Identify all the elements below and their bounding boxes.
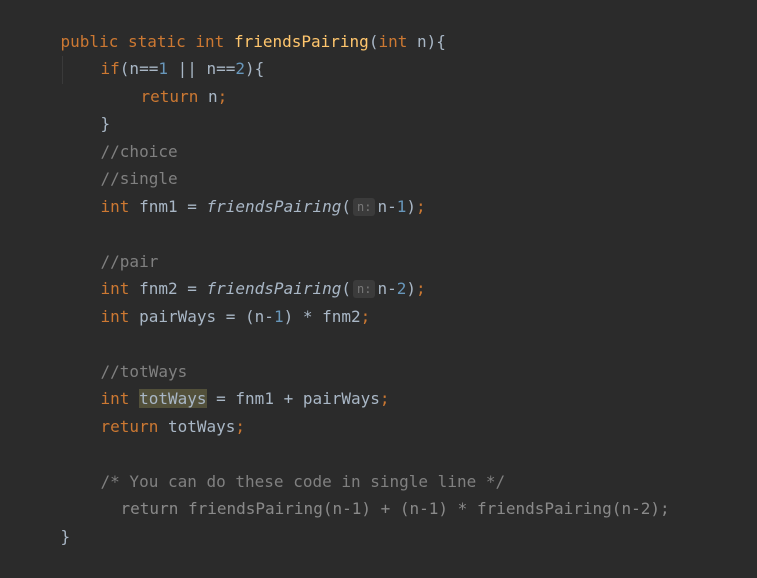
code-editor[interactable]: public static int friendsPairing(int n){… — [0, 0, 757, 546]
number-literal: 2 — [396, 279, 407, 298]
closing-brace: } — [60, 526, 71, 546]
return-value: n — [198, 86, 218, 106]
code-line-4[interactable]: } — [62, 83, 111, 133]
variable-decl: fnm1 = — [129, 196, 207, 216]
code-line-18[interactable]: return friendsPairing(n-1) + (n-1) * fri… — [82, 468, 670, 518]
code-line-14[interactable]: int totWays = fnm1 + pairWays; — [62, 358, 390, 408]
paren-open: ( — [368, 31, 379, 51]
keyword-int: int — [100, 306, 130, 326]
code-line-13[interactable]: //totWays — [62, 330, 188, 381]
code-line-19[interactable]: } — [22, 495, 71, 546]
keyword-return: return — [100, 416, 159, 436]
expression: ) * fnm2 — [283, 306, 361, 326]
number-literal: 1 — [273, 306, 284, 326]
code-line-11[interactable]: int pairWays = (n-1) * fnm2; — [62, 275, 371, 326]
semicolon: ; — [217, 86, 228, 106]
code-line-1[interactable]: public static int friendsPairing(int n){ — [22, 0, 446, 51]
param-type: int — [378, 31, 408, 51]
parameter-hint: n: — [353, 197, 376, 216]
condition-end: ){ — [245, 59, 265, 78]
code-line-2[interactable]: if(n==1 || n==2){ — [62, 28, 265, 78]
number-literal: 2 — [235, 59, 246, 78]
semicolon: ; — [379, 389, 390, 408]
code-line-6[interactable]: //single — [62, 138, 178, 188]
semicolon: ; — [235, 416, 246, 436]
return-value: totWays — [158, 416, 236, 436]
code-line-9[interactable]: //pair — [62, 220, 159, 271]
number-literal: 1 — [396, 196, 407, 216]
paren-open: ( — [341, 196, 351, 216]
comment-code: return friendsPairing(n-1) + (n-1) * fri… — [120, 499, 670, 518]
keyword-return: return — [140, 86, 199, 106]
method-call: friendsPairing — [206, 196, 342, 216]
argument: n- — [377, 196, 397, 216]
argument: n- — [377, 279, 397, 298]
semicolon: ; — [416, 196, 426, 216]
code-line-5[interactable]: //choice — [62, 110, 178, 161]
code-line-10[interactable]: int fnm2 = friendsPairing(n: n-2); — [62, 248, 426, 298]
code-line-17[interactable]: /* You can do these code in single line … — [62, 440, 506, 491]
paren-close: ){ — [426, 31, 446, 51]
code-line-7[interactable]: int fnm1 = friendsPairing(n: n-1); — [62, 165, 426, 216]
semicolon: ; — [360, 306, 371, 326]
paren-close: ) — [406, 279, 416, 298]
keyword-int: int — [100, 196, 130, 216]
variable-decl: pairWays = (n- — [129, 306, 274, 326]
code-line-3[interactable]: return n; — [102, 55, 228, 106]
paren-close: ) — [406, 196, 416, 216]
semicolon: ; — [416, 279, 426, 298]
code-line-15[interactable]: return totWays; — [62, 385, 246, 436]
param-name: n — [417, 31, 427, 51]
